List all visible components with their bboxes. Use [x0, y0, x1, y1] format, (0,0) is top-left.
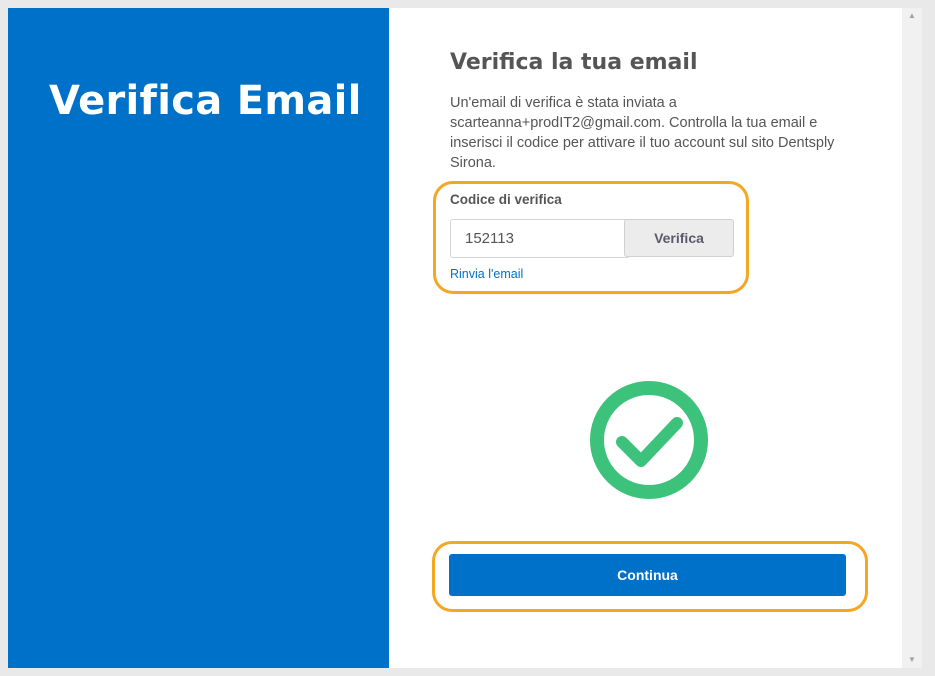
triangle-up-icon[interactable]: ▲: [902, 8, 922, 24]
continue-button[interactable]: Continua: [449, 554, 846, 596]
instructions-text: Un'email di verifica è stata inviata a s…: [450, 95, 835, 171]
brand-panel: Verifica Email: [8, 8, 389, 668]
verification-form: Verifica la tua email Un'email di verifi…: [389, 8, 922, 668]
verification-code-input[interactable]: [450, 219, 630, 258]
code-label: Codice di verifica: [450, 192, 562, 207]
triangle-down-icon[interactable]: ▼: [902, 652, 922, 668]
panel-title: Verifica Email: [49, 78, 362, 124]
resend-email-link[interactable]: Rinvia l'email: [450, 267, 523, 281]
verification-window: Verifica Email Verifica la tua email Un'…: [8, 8, 922, 668]
page-title: Verifica la tua email: [450, 50, 698, 75]
vertical-scrollbar[interactable]: ▲ ▼: [902, 8, 922, 668]
verify-button[interactable]: Verifica: [624, 219, 734, 257]
check-circle-icon: [590, 381, 708, 499]
